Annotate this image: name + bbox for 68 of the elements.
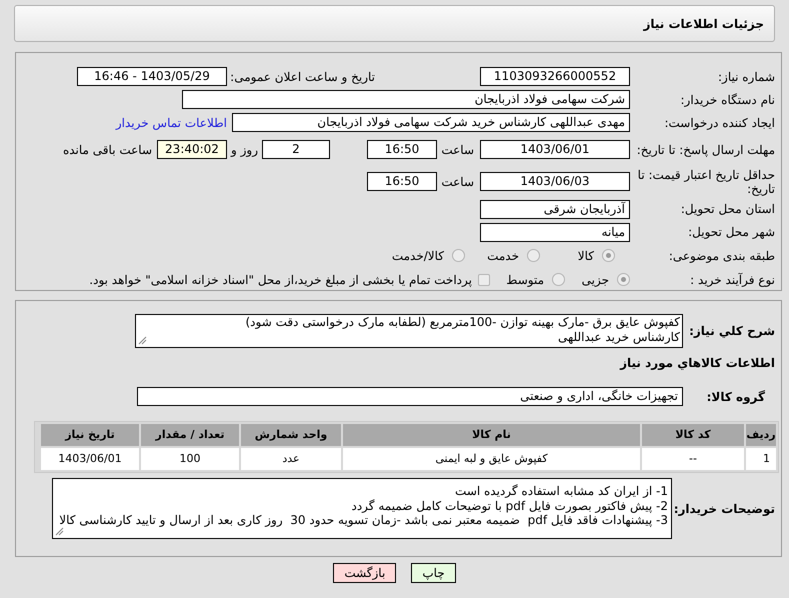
radio-button[interactable] <box>452 249 465 262</box>
field-label: ساعت باقی مانده <box>62 142 152 159</box>
page-title: جزئیات اطلاعات نیاز <box>643 16 764 32</box>
city-field: میانه <box>480 222 630 242</box>
field-label: ایجاد کننده درخواست: <box>663 116 775 130</box>
table-cell: کفپوش عایق و لبه ایمنی <box>343 448 640 470</box>
field-label: طبقه بندی موضوعی: <box>668 248 775 263</box>
field-label: توضیحات خریدار: <box>672 502 775 516</box>
note-line: 1- از ایران کد مشابه استفاده گردیده است <box>455 484 668 498</box>
column-header: تعداد / مقدار <box>141 424 239 446</box>
table-cell: 1 <box>746 448 776 470</box>
field-label: نوع فرآیند خرید : <box>689 272 775 287</box>
field-label: ساعت <box>444 174 474 191</box>
field-label: کالا <box>578 248 594 265</box>
field-label: گروه کالا: <box>706 390 766 404</box>
field-label: پرداخت تمام یا بخشی از مبلغ خرید،از محل "اسناد خزانه اسلامی" خواهد بود. <box>89 272 472 289</box>
province-field: آذربایجان شرقی <box>480 200 630 219</box>
back-button[interactable]: بازگشت <box>333 563 396 583</box>
section-heading: اطلاعات کالاهاي مورد نياز <box>618 355 775 372</box>
contact-link[interactable]: اطلاعات تماس خریدار <box>116 114 227 132</box>
description-textarea[interactable]: کفپوش عایق برق -مارک بهینه توازن -100مترمربع (لطفابه مارک درخواستی دقت شود) کارشناس خرید عبداللهی <box>135 314 683 348</box>
field-label: شرح کلي نياز: <box>688 324 775 338</box>
resize-grip-icon[interactable] <box>55 527 64 536</box>
requester-field: مهدی عبداللهی کارشناس خرید شرکت سهامی فولاد اذربایجان <box>232 113 630 132</box>
field-label: تاریخ و ساعت اعلان عمومی: <box>234 68 375 86</box>
field-label: استان محل تحویل: <box>680 202 775 216</box>
column-header: کد کالا <box>642 424 744 446</box>
buyer-notes-textarea[interactable] <box>52 478 672 539</box>
days-field: 2 <box>262 140 330 160</box>
field-label: نام دستگاه خریدار: <box>680 92 775 106</box>
column-header: نام کالا <box>343 424 640 446</box>
column-header: واحد شمارش <box>241 424 341 446</box>
table-cell: عدد <box>241 448 341 470</box>
announce-date-field: 1403/05/29 - 16:46 <box>77 67 227 86</box>
field-label: شماره نیاز: <box>717 70 775 84</box>
radio-button[interactable] <box>617 273 630 286</box>
table-cell: 100 <box>141 448 239 470</box>
description-line: کفپوش عایق برق -مارک بهینه توازن -100مترمربع (لطفابه مارک درخواستی دقت شود) <box>245 315 680 330</box>
print-button[interactable]: چاپ <box>411 563 456 583</box>
note-line: 3- پیشنهادات فاقد فایل pdf ضمیمه معتبر نمی باشد -زمان تسویه حدود 30 روز کاری بعد از ارسال و تایید کارشناسی کالا <box>59 513 668 528</box>
column-header: تاریخ نیاز <box>41 424 139 446</box>
buyer-org-field: شرکت سهامی فولاد اذربایجان <box>182 90 630 109</box>
checkbox[interactable] <box>478 274 490 286</box>
table-cell: 1403/06/01 <box>41 448 139 470</box>
description-line: کارشناس خرید عبداللهی <box>558 330 680 345</box>
field-label: شهر محل تحویل: <box>687 225 775 240</box>
field-label: ساعت <box>444 142 474 159</box>
validity-time-field: 16:50 <box>367 172 437 192</box>
radio-button[interactable] <box>527 249 540 262</box>
field-label: خدمت <box>487 248 519 265</box>
field-label: مهلت ارسال پاسخ: تا تاریخ: <box>636 142 775 157</box>
table-cell: -- <box>642 448 744 470</box>
need-number-field: 1103093266000552 <box>480 67 630 86</box>
field-label: متوسط <box>506 272 544 289</box>
radio-button[interactable] <box>602 249 615 262</box>
remaining-time-field: 23:40:02 <box>157 140 227 160</box>
goods-group-field: تجهیزات خانگی، اداری و صنعتی <box>137 387 683 406</box>
field-label: جزیی <box>582 272 609 289</box>
field-label: کالا/خدمت <box>392 248 444 265</box>
deadline-date-field: 1403/06/01 <box>480 140 630 160</box>
validity-date-field: 1403/06/03 <box>480 172 630 192</box>
note-line: 2- پیش فاکتور بصورت فایل pdf با توضیحات کامل ضمیمه گردد <box>351 498 668 513</box>
field-label: روز و <box>230 142 258 159</box>
deadline-time-field: 16:50 <box>367 140 437 160</box>
field-label: حداقل تاریخ اعتبار قیمت: تا تاریخ: <box>636 168 775 196</box>
radio-button[interactable] <box>552 273 565 286</box>
column-header: ردیف <box>746 424 776 446</box>
resize-grip-icon[interactable] <box>138 336 147 345</box>
